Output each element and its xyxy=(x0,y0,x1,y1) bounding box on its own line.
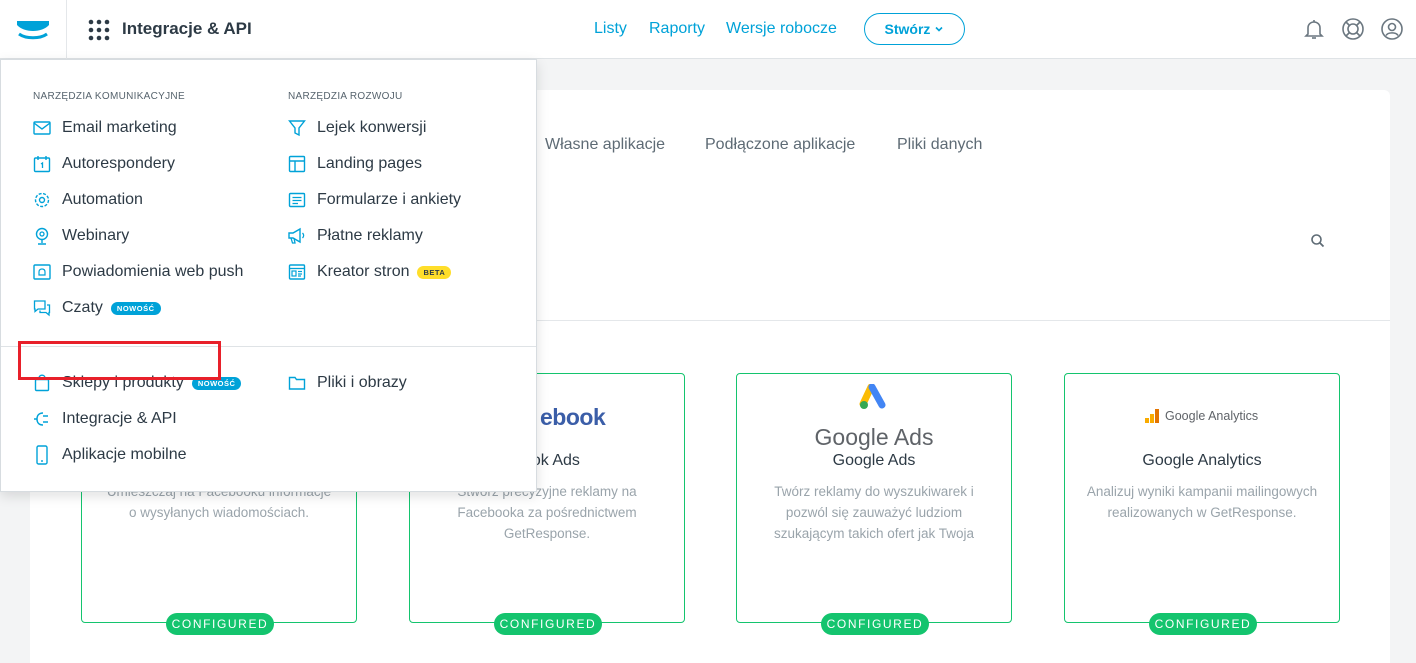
facebook-logo: ebook xyxy=(540,404,606,430)
user-account-icon[interactable] xyxy=(1380,17,1404,41)
selection-highlight-box xyxy=(18,341,221,380)
configured-badge: CONFIGURED xyxy=(1149,613,1257,635)
menu-item-label: Webinary xyxy=(62,227,130,244)
menu-item-integrations-api[interactable]: Integracje & API xyxy=(32,406,177,432)
menu-item-email-marketing[interactable]: Email marketing xyxy=(32,115,177,141)
calendar-icon xyxy=(32,154,52,174)
envelope-logo-icon xyxy=(17,20,49,39)
nav-drafts-link[interactable]: Wersje robocze xyxy=(726,20,837,38)
integration-card-google-analytics[interactable]: Google Analytics Google Analytics Analiz… xyxy=(1064,373,1340,635)
menu-item-label: Automation xyxy=(62,191,143,208)
card-description: Twórz reklamy do wyszukiwarek i pozwól s… xyxy=(773,484,975,541)
card-title: Google Analytics xyxy=(1142,452,1262,469)
nav-lists-link[interactable]: Listy xyxy=(594,20,627,38)
menu-item-landing-pages[interactable]: Landing pages xyxy=(287,151,422,177)
menu-item-chats[interactable]: Czaty NOWOŚĆ xyxy=(32,295,161,321)
search-icon[interactable] xyxy=(1310,233,1325,248)
create-button[interactable]: Stwórz xyxy=(864,13,965,45)
tab-connected-apps[interactable]: Podłączone aplikacje xyxy=(705,136,855,154)
menu-item-paid-ads[interactable]: Płatne reklamy xyxy=(287,223,423,249)
chat-icon xyxy=(32,298,52,318)
menu-item-label: Autorespondery xyxy=(62,155,175,172)
help-lifebuoy-icon[interactable] xyxy=(1341,17,1365,41)
google-ads-logo-icon xyxy=(859,384,886,409)
configured-badge: CONFIGURED xyxy=(494,613,602,635)
automation-gear-icon xyxy=(32,190,52,210)
envelope-icon xyxy=(32,118,52,138)
menu-item-automation[interactable]: Automation xyxy=(32,187,143,213)
website-icon xyxy=(287,262,307,282)
mobile-icon xyxy=(32,445,52,465)
menu-item-label: Email marketing xyxy=(62,119,177,136)
menu-item-label: Czaty xyxy=(62,299,103,316)
card-description: Analizuj wyniki kampanii mailingowych re… xyxy=(1086,484,1318,520)
section-heading-development: NARZĘDZIA ROZWOJU xyxy=(288,91,403,102)
menu-item-mobile-apps[interactable]: Aplikacje mobilne xyxy=(32,442,187,468)
apps-dropdown-menu: NARZĘDZIA KOMUNIKACYJNE NARZĘDZIA ROZWOJ… xyxy=(0,59,537,492)
nav-reports-link[interactable]: Raporty xyxy=(649,20,705,38)
menu-item-label: Aplikacje mobilne xyxy=(62,446,187,463)
menu-item-files-images[interactable]: Pliki i obrazy xyxy=(287,370,407,396)
bell-icon[interactable] xyxy=(1302,17,1326,41)
google-analytics-logo: Google Analytics xyxy=(1145,409,1258,423)
apps-grid-icon[interactable] xyxy=(87,18,111,42)
section-heading-communication: NARZĘDZIA KOMUNIKACYJNE xyxy=(33,91,185,102)
form-icon xyxy=(287,190,307,210)
page-title[interactable]: Integracje & API xyxy=(122,19,252,39)
create-button-label: Stwórz xyxy=(884,21,931,37)
menu-item-label: Kreator stron xyxy=(317,263,410,280)
menu-item-label: Landing pages xyxy=(317,155,422,172)
menu-item-web-push[interactable]: Powiadomienia web push xyxy=(32,259,243,285)
plug-icon xyxy=(32,409,52,429)
google-ads-wordmark: Google Ads xyxy=(814,424,934,450)
menu-item-label: Pliki i obrazy xyxy=(317,374,407,391)
beta-tag: BETA xyxy=(417,265,452,279)
layout-icon xyxy=(287,154,307,174)
menu-item-label: Integracje & API xyxy=(62,410,177,427)
folder-icon xyxy=(287,373,307,393)
integration-card-google-ads[interactable]: Google Ads Google Ads Twórz reklamy do w… xyxy=(736,373,1012,635)
menu-item-label: Formularze i ankiety xyxy=(317,191,462,208)
configured-badge: CONFIGURED xyxy=(821,613,929,635)
new-tag: NOWOŚĆ xyxy=(110,301,161,315)
configured-badge: CONFIGURED xyxy=(166,613,274,635)
getresponse-logo[interactable] xyxy=(0,0,67,59)
menu-item-label: Powiadomienia web push xyxy=(62,263,244,280)
menu-item-label: Lejek konwersji xyxy=(317,119,427,136)
bell-window-icon xyxy=(32,262,52,282)
chevron-down-icon xyxy=(935,26,944,32)
top-bar: Integracje & API Listy Raporty Wersje ro… xyxy=(0,0,1416,59)
menu-item-webinars[interactable]: Webinary xyxy=(32,223,129,249)
menu-item-forms-surveys[interactable]: Formularze i ankiety xyxy=(287,187,461,213)
card-title: Google Ads xyxy=(832,452,916,469)
menu-item-conversion-funnel[interactable]: Lejek konwersji xyxy=(287,115,426,141)
funnel-icon xyxy=(287,118,307,138)
tab-data-files[interactable]: Pliki danych xyxy=(897,136,982,154)
megaphone-icon xyxy=(287,226,307,246)
analytics-bars-icon xyxy=(1145,409,1159,423)
menu-item-website-builder[interactable]: Kreator stron BETA xyxy=(287,259,452,285)
menu-item-label: Płatne reklamy xyxy=(317,227,423,244)
menu-item-autoresponders[interactable]: Autorespondery xyxy=(32,151,175,177)
google-analytics-wordmark: Google Analytics xyxy=(1165,409,1259,423)
tab-own-apps[interactable]: Własne aplikacje xyxy=(545,136,665,154)
webinar-icon xyxy=(32,226,52,246)
